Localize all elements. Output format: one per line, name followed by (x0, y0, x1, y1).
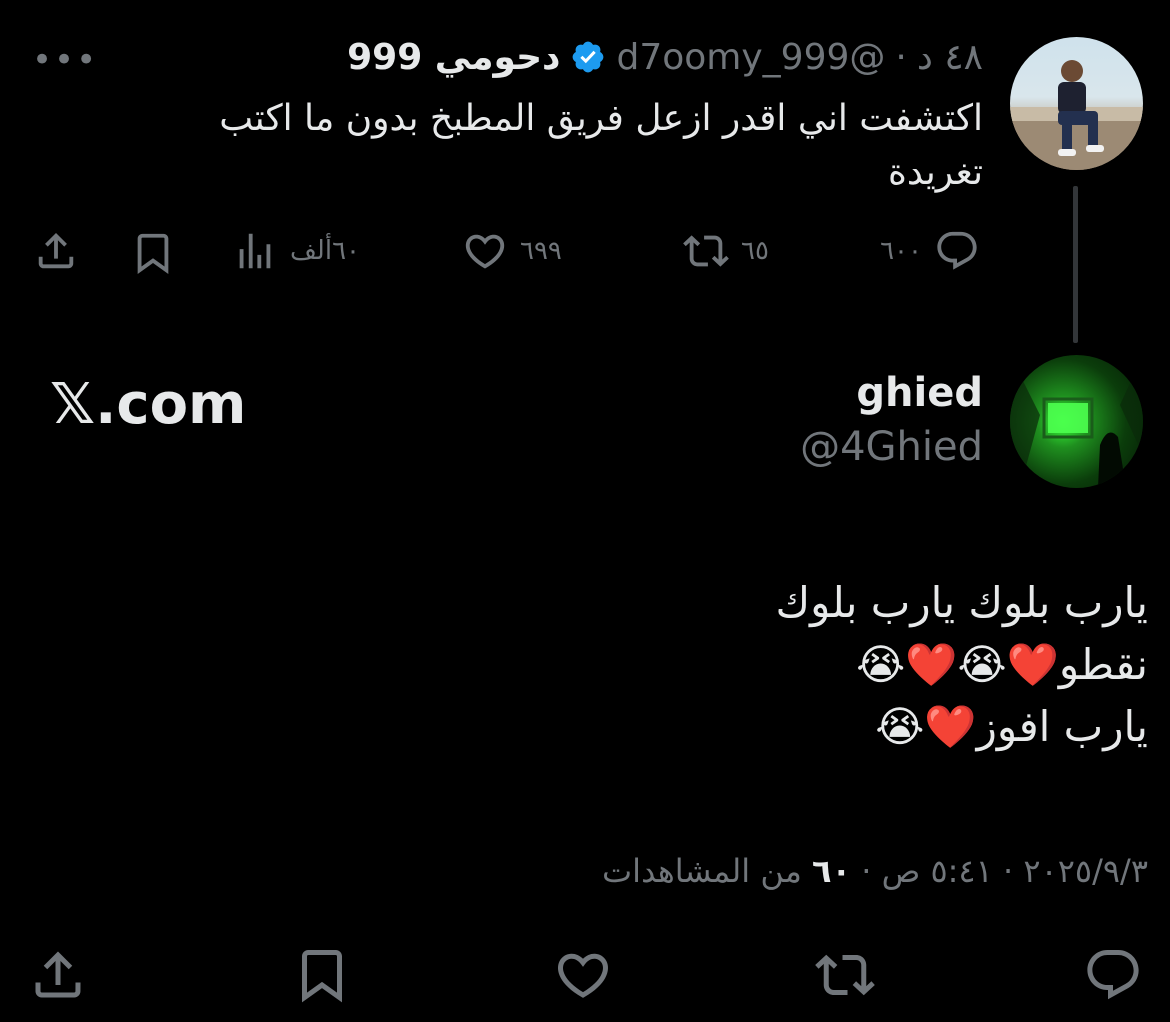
reply-icon (1087, 950, 1139, 1000)
tweet-text: يارب بلوك يارب بلوك نقطو❤️😭❤️😭 يارب افوز… (248, 572, 1148, 758)
heart-icon (557, 953, 609, 998)
display-name[interactable]: دحومي 999 (347, 37, 560, 78)
share-icon (35, 951, 81, 998)
timestamp[interactable]: ٤٨ د (917, 37, 983, 78)
views-label: من المشاهدات (602, 852, 802, 890)
avatar[interactable] (1010, 355, 1143, 488)
retweet-icon (683, 235, 729, 267)
share-button[interactable] (28, 945, 88, 1009)
retweet-count: ٦٥ (741, 236, 769, 266)
tweet-meta: ٢٠٢٥/٩/٣ · ٥:٤١ ص · ٦٠ من المشاهدات (602, 852, 1148, 890)
views-icon (239, 233, 271, 269)
reply-button[interactable]: ٦٠٠ (880, 228, 980, 274)
bookmark-icon (137, 233, 169, 274)
views-button[interactable]: ٦٠ألف (232, 228, 360, 274)
x-com-watermark: 𝕏.com (50, 372, 247, 437)
views-count: ٦٠ (812, 852, 852, 890)
handle[interactable]: @d7oomy_999 (616, 37, 885, 78)
share-icon (38, 232, 74, 269)
like-button[interactable] (553, 945, 613, 1009)
tweet-line: نقطو❤️😭❤️😭 (856, 640, 1148, 689)
tweet-line: يارب افوز❤️😭 (875, 702, 1148, 751)
bookmark-icon (302, 950, 342, 1003)
retweet-button[interactable]: ٦٥ (683, 228, 769, 274)
thread-line (1073, 186, 1078, 343)
tweet-time[interactable]: ٥:٤١ ص (882, 852, 993, 890)
quoted-tweet-header: دحومي 999 @d7oomy_999 · ٤٨ د (347, 32, 983, 82)
avatar[interactable] (1010, 37, 1143, 170)
tweet-text: اكتشفت اني اقدر ازعل فريق المطبخ بدون ما… (219, 98, 983, 193)
reply-button[interactable] (1083, 945, 1143, 1009)
separator: · (895, 36, 907, 78)
reply-count: ٦٠٠ (880, 236, 922, 266)
tweet-date[interactable]: ٢٠٢٥/٩/٣ (1023, 852, 1148, 890)
display-name[interactable]: ghied (856, 370, 983, 416)
verified-badge-icon[interactable] (570, 39, 606, 75)
like-count: ٦٩٩ (520, 236, 562, 266)
tweet-line: يارب بلوك يارب بلوك (775, 578, 1148, 627)
bookmark-button[interactable] (130, 230, 176, 276)
like-button[interactable]: ٦٩٩ (462, 228, 562, 274)
heart-icon (465, 234, 505, 269)
reply-icon (937, 231, 977, 270)
views-count: ٦٠ألف (290, 236, 360, 266)
retweet-button[interactable] (815, 945, 875, 1009)
more-icon[interactable]: ••• (32, 40, 98, 80)
avatar-photo (1010, 355, 1143, 488)
share-button[interactable] (33, 228, 79, 274)
retweet-icon (815, 954, 875, 996)
avatar-photo (1010, 60, 1143, 170)
bookmark-button[interactable] (292, 945, 352, 1009)
handle[interactable]: @4Ghied (800, 424, 983, 470)
